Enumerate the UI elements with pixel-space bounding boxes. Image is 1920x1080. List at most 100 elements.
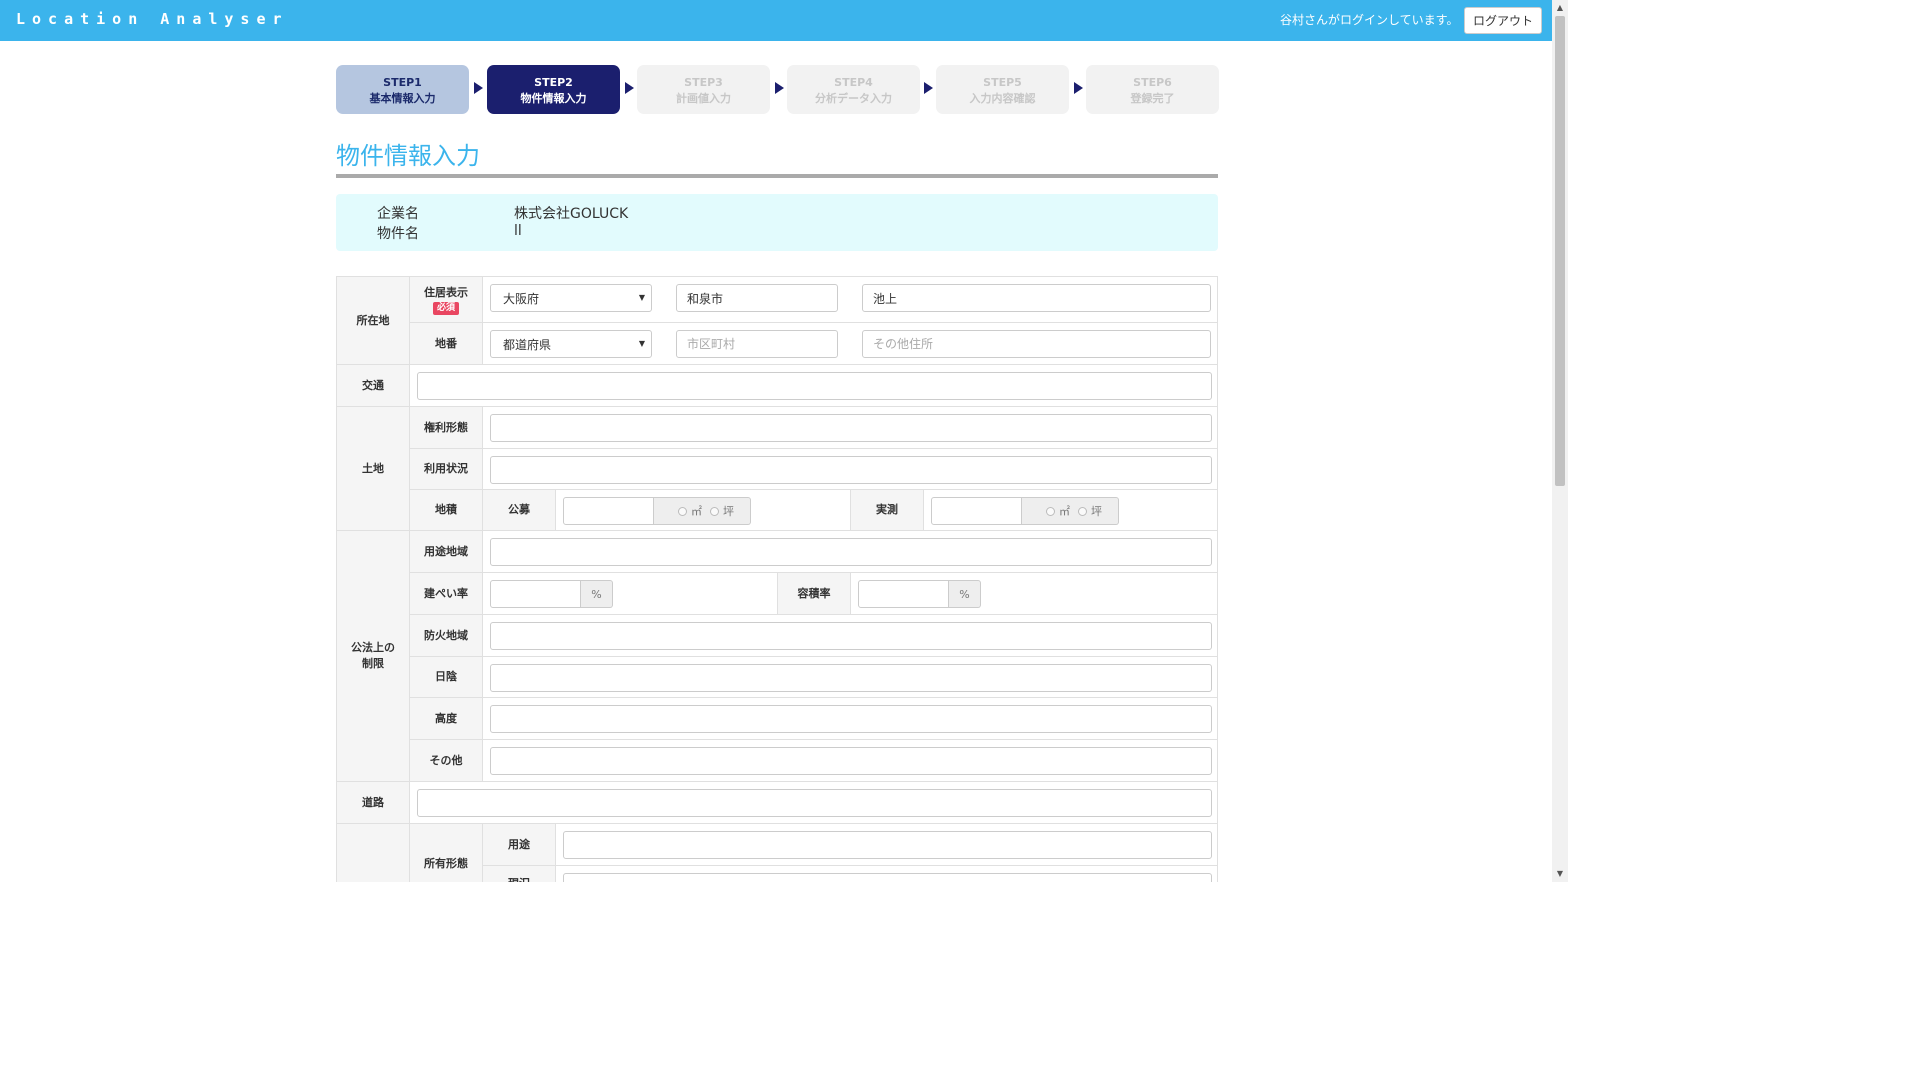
ownership-status-input[interactable] [563, 873, 1212, 882]
road-input[interactable] [417, 789, 1212, 817]
building-section-label [336, 823, 410, 882]
tsubo-unit-label: 坪 [1091, 505, 1102, 518]
location-label-text: 所在地 [356, 313, 390, 327]
lot-city-input[interactable] [676, 330, 838, 358]
other-restrictions-label: その他 [409, 739, 483, 782]
sqm-radio[interactable] [1046, 506, 1055, 516]
fire-zone-label: 防火地域 [409, 614, 483, 657]
land-area-label: 地積 [409, 489, 483, 531]
step-number: STEP4 [834, 76, 873, 89]
step-number: STEP3 [684, 76, 723, 89]
rights-form-row [482, 406, 1218, 449]
ownership-label: 所有形態 [409, 823, 483, 882]
step-number: STEP1 [383, 76, 422, 89]
shade-input[interactable] [490, 664, 1212, 692]
other-restrictions-input[interactable] [490, 747, 1212, 775]
tsubo-radio[interactable] [710, 506, 719, 516]
coverage-ratio-label: 建ぺい率 [409, 572, 483, 615]
road-label: 道路 [336, 781, 410, 824]
transport-row [409, 364, 1218, 407]
scroll-thumb[interactable] [1555, 16, 1565, 486]
ownership-use-input[interactable] [563, 831, 1212, 859]
address-city-input[interactable] [676, 284, 838, 312]
shade-label: 日陰 [409, 656, 483, 698]
zoning-input[interactable] [490, 538, 1212, 566]
step-label: 登録完了 [1130, 92, 1175, 105]
step-number: STEP6 [1133, 76, 1172, 89]
transport-label-text: 交通 [362, 378, 384, 392]
percent-label: % [959, 587, 970, 601]
zoning-label: 用途地域 [409, 530, 483, 573]
height-input[interactable] [490, 705, 1212, 733]
transport-input[interactable] [417, 372, 1212, 400]
title-divider [336, 174, 1218, 178]
scroll-down-arrow-icon[interactable]: ▼ [1552, 866, 1568, 882]
sqm-radio[interactable] [678, 506, 687, 516]
measured-area-input[interactable] [931, 497, 1022, 525]
step-6: STEP6 登録完了 [1086, 65, 1219, 114]
step-arrow-icon [1074, 82, 1083, 94]
zoning-row [482, 530, 1218, 573]
app-header: Location Analyser 谷村さんがログインしています。 ログアウト [0, 0, 1552, 41]
required-badge: 必須 [432, 301, 459, 315]
official-area-unit-group: ㎡ 坪 [654, 497, 751, 525]
measured-label-text: 実測 [876, 503, 898, 516]
property-value: ll [514, 223, 522, 239]
use-label-text: 用途 [508, 837, 530, 851]
step-arrow-icon [474, 82, 483, 94]
logout-button[interactable]: ログアウト [1464, 7, 1542, 34]
lot-prefecture-select[interactable]: 都道府県 ▼ [490, 330, 652, 358]
address-other-input[interactable] [862, 284, 1211, 312]
percent-addon: % [581, 580, 613, 608]
step-number: STEP2 [534, 76, 573, 89]
usage-status-label: 利用状況 [409, 448, 483, 490]
page-scrollbar[interactable]: ▲ ▼ [1552, 0, 1568, 882]
rights-form-label: 権利形態 [409, 406, 483, 449]
step-4: STEP4 分析データ入力 [787, 65, 920, 114]
official-area-row: ㎡ 坪 [555, 489, 851, 531]
coverage-ratio-row: % [482, 572, 778, 615]
ownership-use-row [555, 823, 1218, 866]
coverage-label-text: 建ぺい率 [424, 586, 468, 600]
usage-status-input[interactable] [490, 456, 1212, 484]
far-label-text: 容積率 [797, 586, 831, 600]
shade-row [482, 656, 1218, 698]
fire-zone-row [482, 614, 1218, 657]
sqm-unit-label: ㎡ [691, 505, 702, 518]
shade-label-text: 日陰 [435, 670, 457, 683]
ownership-use-label: 用途 [482, 823, 556, 866]
zoning-label-text: 用途地域 [424, 544, 468, 558]
measured-area-row: ㎡ 坪 [923, 489, 1218, 531]
page-title: 物件情報入力 [336, 142, 480, 170]
legal-restrictions-label: 公法上の制限 [336, 530, 410, 782]
lot-number-label: 地番 [409, 322, 483, 365]
rights-label-text: 権利形態 [424, 420, 468, 434]
step-2: STEP2 物件情報入力 [487, 65, 620, 114]
step-arrow-icon [924, 82, 933, 94]
scroll-up-arrow-icon[interactable]: ▲ [1552, 0, 1568, 16]
lot-prefecture-value: 都道府県 [503, 338, 552, 352]
rights-form-input[interactable] [490, 414, 1212, 442]
address-label-text: 住居表示 [424, 285, 468, 299]
area-label-text: 地積 [435, 503, 457, 516]
chevron-down-icon: ▼ [638, 339, 645, 348]
step-1: STEP1 基本情報入力 [336, 65, 469, 114]
official-area-input[interactable] [563, 497, 654, 525]
floor-area-ratio-row: % [850, 572, 1218, 615]
official-label-text: 公募 [508, 503, 530, 516]
height-label: 高度 [409, 697, 483, 740]
lot-label-text: 地番 [435, 336, 457, 350]
land-label-text: 土地 [362, 461, 384, 475]
address-prefecture-select[interactable]: 大阪府 ▼ [490, 284, 652, 312]
tsubo-radio[interactable] [1078, 506, 1087, 516]
step-arrow-icon [775, 82, 784, 94]
chevron-down-icon: ▼ [638, 293, 645, 302]
floor-area-ratio-input[interactable] [858, 580, 949, 608]
coverage-ratio-input[interactable] [490, 580, 581, 608]
fire-zone-input[interactable] [490, 622, 1212, 650]
legal-label-text: 公法上の制限 [351, 641, 395, 670]
step-label: 分析データ入力 [815, 92, 892, 105]
ownership-status-label: 現況 [482, 865, 556, 882]
lot-other-input[interactable] [862, 330, 1211, 358]
company-label: 企業名 [377, 206, 419, 222]
